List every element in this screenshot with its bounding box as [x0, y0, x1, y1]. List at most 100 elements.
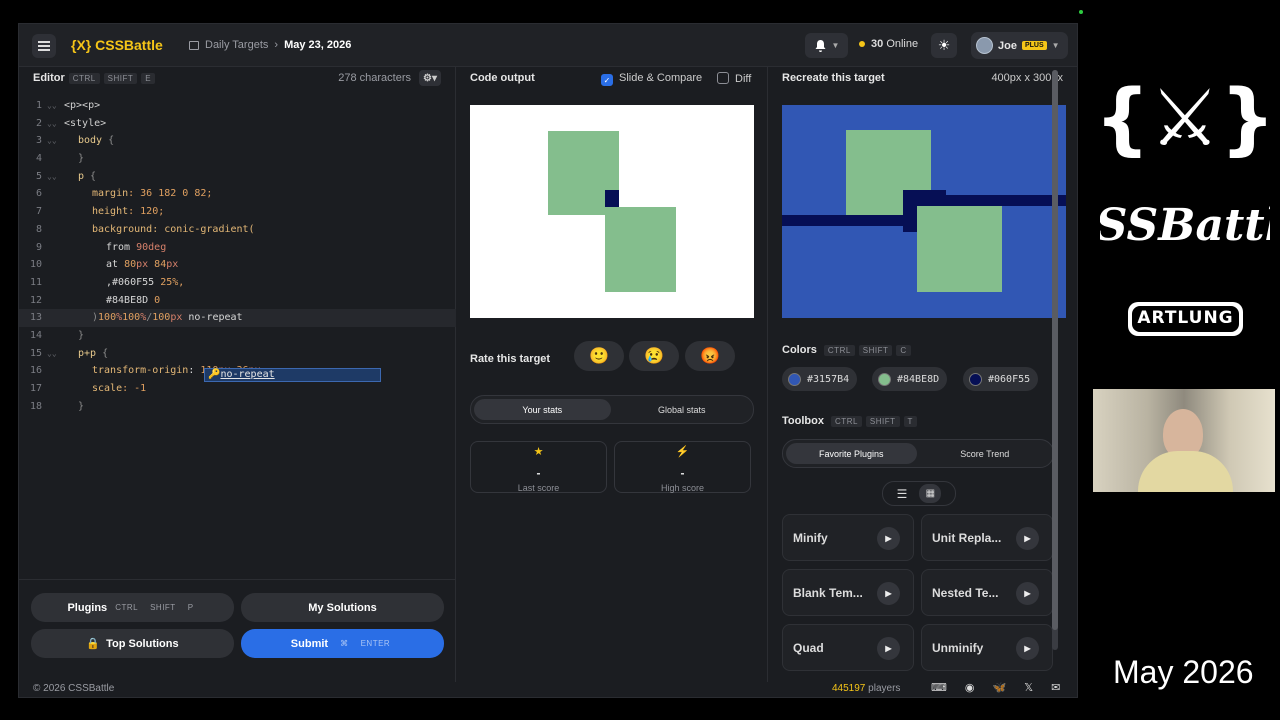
plugin-unit-replace[interactable]: Unit Repla... ▶	[921, 514, 1053, 561]
play-icon[interactable]: ▶	[1016, 582, 1039, 605]
play-icon[interactable]: ▶	[877, 527, 900, 550]
code-value: : 36 182 0 82;	[128, 188, 213, 200]
code-num: 84	[148, 259, 167, 271]
emoji-sad-button[interactable]: 😢	[629, 341, 679, 371]
play-icon[interactable]: ▶	[877, 582, 900, 605]
color-chip-blue[interactable]: #3157B4	[782, 367, 858, 391]
sad-icon: 😢	[644, 348, 664, 365]
colors-heading: Colors CTRL SHIFT C	[782, 344, 911, 356]
plugin-label: Blank Tem...	[793, 585, 863, 600]
fold-icon[interactable]: ⌄⌄	[44, 132, 64, 150]
line-number: 13	[29, 312, 42, 324]
plugin-minify[interactable]: Minify ▶	[782, 514, 914, 561]
code-punc: )	[92, 312, 99, 324]
submit-button[interactable]: Submit ⌘ ENTER	[241, 629, 444, 658]
code-text: :	[188, 365, 201, 377]
plugin-blank-template[interactable]: Blank Tem... ▶	[782, 569, 914, 616]
tab-global-stats[interactable]: Global stats	[614, 399, 751, 420]
fold-icon[interactable]: ⌄⌄	[44, 115, 64, 133]
target-canvas[interactable]	[782, 105, 1066, 318]
gear-icon: ⚙▾	[423, 72, 437, 84]
play-icon[interactable]: ▶	[877, 637, 900, 660]
keyboard-icon[interactable]: ⌨	[931, 681, 947, 694]
chevron-down-icon: ▼	[831, 41, 840, 50]
brand-logo-graphic: {⚔} CSSBattle	[1061, 74, 1280, 336]
plugin-label: Quad	[793, 640, 824, 655]
plugins-button[interactable]: Plugins CTRL SHIFT P	[31, 593, 234, 622]
cssbattle-app: {X} CSSBattle Daily Targets › May 23, 20…	[18, 23, 1078, 698]
emoji-happy-button[interactable]: 🙂	[574, 341, 624, 371]
color-chip-navy[interactable]: #060F55	[963, 367, 1039, 391]
line-number: 8	[35, 223, 42, 235]
color-swatch	[878, 372, 891, 386]
fold-icon[interactable]: ⌄⌄	[44, 97, 64, 115]
code-num: 100	[152, 312, 171, 324]
online-counter: 30 Online	[859, 38, 918, 50]
list-view-icon[interactable]: ☰	[897, 487, 908, 501]
top-bar: {X} CSSBattle Daily Targets › May 23, 20…	[19, 24, 1077, 67]
kbd-e: E	[141, 72, 156, 84]
emoji-angry-button[interactable]: 😡	[685, 341, 735, 371]
fold-icon[interactable]: ⌄⌄	[44, 168, 64, 186]
artlung-label: ARTLUNG	[1137, 308, 1234, 328]
bluesky-icon[interactable]: 🦋	[993, 681, 1007, 694]
view-toggle: ☰ ▦	[882, 481, 956, 506]
fold-icon[interactable]: ⌄⌄	[44, 345, 64, 363]
grid-view-icon[interactable]: ▦	[919, 484, 942, 503]
plugin-nested-template[interactable]: Nested Te... ▶	[921, 569, 1053, 616]
tab-score-trend[interactable]: Score Trend	[920, 443, 1051, 464]
plugin-label: Unit Repla...	[932, 530, 1002, 545]
line-number: 12	[29, 294, 42, 306]
line-number: 7	[35, 206, 42, 218]
my-solutions-button[interactable]: My Solutions	[241, 593, 444, 622]
tab-your-stats[interactable]: Your stats	[474, 399, 611, 420]
color-swatch	[788, 372, 801, 386]
kbd-cmd: ⌘	[340, 639, 349, 648]
status-dot	[1079, 10, 1083, 14]
top-solutions-label: Top Solutions	[106, 637, 179, 650]
plugin-quad[interactable]: Quad ▶	[782, 624, 914, 671]
date-stamp: May 2026	[1113, 654, 1254, 690]
notifications-button[interactable]: ▼	[805, 33, 848, 58]
code-unit: px	[136, 259, 149, 271]
tab-favorite-plugins[interactable]: Favorite Plugins	[786, 443, 917, 464]
user-menu[interactable]: Joe PLUS ▼	[971, 32, 1068, 59]
theme-toggle-button[interactable]: ☀	[931, 33, 957, 58]
kbd-ctrl: CTRL	[823, 345, 855, 356]
toolbox-heading: Toolbox CTRL SHIFT T	[782, 415, 917, 427]
mail-icon[interactable]: ✉	[1051, 681, 1060, 694]
discord-icon[interactable]: ◉	[965, 681, 975, 694]
last-score-label: Last score	[517, 483, 560, 493]
code-num: 80	[124, 259, 137, 271]
diff-toggle[interactable]: Diff	[717, 72, 751, 85]
hamburger-menu-button[interactable]	[32, 34, 56, 58]
line-number: 5	[35, 170, 42, 182]
autocomplete-suggestion[interactable]: 🔑no-repeat	[204, 368, 381, 382]
color-chip-green[interactable]: #84BE8D	[872, 367, 948, 391]
high-score-label: High score	[660, 483, 705, 493]
play-icon[interactable]: ▶	[1016, 527, 1039, 550]
output-canvas[interactable]	[470, 105, 754, 318]
slide-compare-toggle[interactable]: ✓ Slide & Compare	[601, 72, 702, 86]
play-icon[interactable]: ▶	[1016, 637, 1039, 660]
rate-label: Rate this target	[470, 353, 551, 365]
plugin-label: Unminify	[932, 640, 984, 655]
editor-settings-button[interactable]: ⚙▾	[419, 70, 441, 86]
target-green-square-2	[917, 206, 1002, 292]
breadcrumb-daily-targets[interactable]: Daily Targets	[205, 39, 268, 51]
line-number: 4	[35, 153, 42, 165]
line-number: 14	[29, 329, 42, 341]
x-icon[interactable]: 𝕏	[1024, 681, 1033, 694]
top-solutions-button[interactable]: 🔒 Top Solutions	[31, 629, 234, 658]
color-hex: #3157B4	[807, 373, 850, 385]
code-text: no-repeat	[182, 312, 243, 324]
kbd-ctrl: CTRL	[831, 416, 862, 427]
plugin-unminify[interactable]: Unminify ▶	[921, 624, 1053, 671]
character-count: 278 characters	[338, 72, 411, 84]
svg-text:{⚔}: {⚔}	[1100, 74, 1270, 164]
online-count: 30	[871, 38, 884, 50]
cssbattle-logo[interactable]: {X} CSSBattle	[71, 37, 163, 53]
code-text: from	[106, 241, 137, 253]
plugins-label: Plugins	[67, 601, 108, 614]
scrollbar-thumb[interactable]	[1052, 70, 1058, 630]
